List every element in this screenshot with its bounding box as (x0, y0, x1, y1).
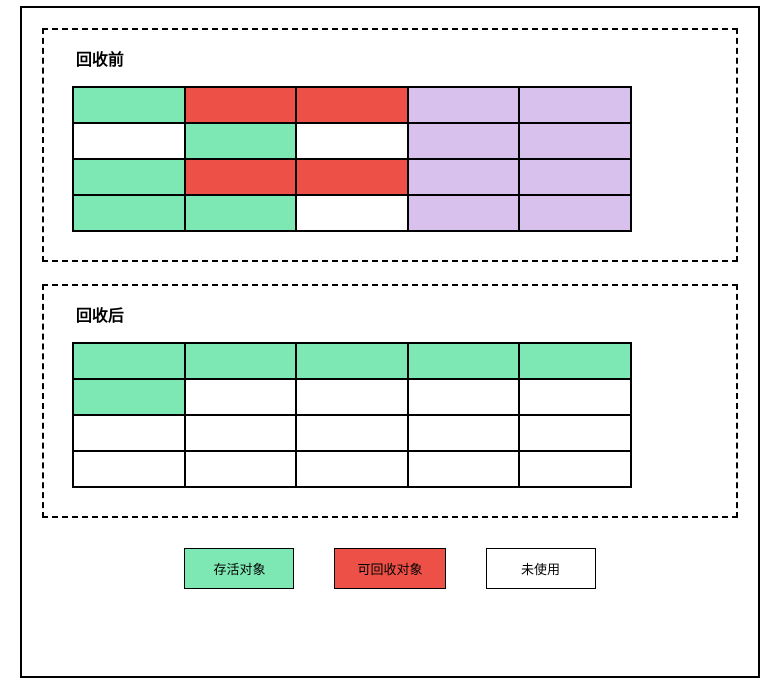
grid-cell (519, 415, 631, 451)
diagram-container: 回收前 回收后 存活对象 可回收对象 未使用 (20, 6, 760, 678)
grid-cell (519, 195, 631, 231)
grid-cell (73, 159, 185, 195)
grid-cell (73, 379, 185, 415)
legend-alive: 存活对象 (184, 548, 294, 589)
legend-unused: 未使用 (486, 548, 596, 589)
after-grid (72, 342, 632, 488)
grid-cell (296, 451, 408, 487)
grid-cell (296, 159, 408, 195)
grid-cell (73, 415, 185, 451)
grid-cell (408, 415, 520, 451)
grid-cell (296, 123, 408, 159)
grid-cell (408, 159, 520, 195)
grid-cell (185, 159, 297, 195)
grid-cell (73, 343, 185, 379)
grid-cell (519, 123, 631, 159)
grid-cell (296, 87, 408, 123)
grid-cell (185, 87, 297, 123)
grid-cell (73, 87, 185, 123)
after-section: 回收后 (42, 284, 738, 518)
grid-cell (519, 87, 631, 123)
after-title: 回收后 (72, 302, 708, 326)
before-section: 回收前 (42, 28, 738, 262)
grid-cell (296, 415, 408, 451)
legend: 存活对象 可回收对象 未使用 (42, 548, 738, 589)
grid-cell (408, 123, 520, 159)
grid-cell (519, 451, 631, 487)
grid-cell (185, 195, 297, 231)
grid-cell (519, 343, 631, 379)
grid-cell (296, 195, 408, 231)
before-grid (72, 86, 632, 232)
grid-cell (519, 159, 631, 195)
grid-cell (185, 415, 297, 451)
grid-cell (73, 451, 185, 487)
grid-cell (296, 343, 408, 379)
grid-cell (185, 123, 297, 159)
grid-cell (408, 451, 520, 487)
grid-cell (408, 379, 520, 415)
grid-cell (185, 451, 297, 487)
grid-cell (185, 379, 297, 415)
grid-cell (408, 195, 520, 231)
grid-cell (408, 87, 520, 123)
grid-cell (519, 379, 631, 415)
grid-cell (296, 379, 408, 415)
grid-cell (73, 123, 185, 159)
grid-cell (185, 343, 297, 379)
before-title: 回收前 (72, 46, 708, 70)
legend-reclaimable: 可回收对象 (334, 548, 445, 589)
grid-cell (73, 195, 185, 231)
grid-cell (408, 343, 520, 379)
